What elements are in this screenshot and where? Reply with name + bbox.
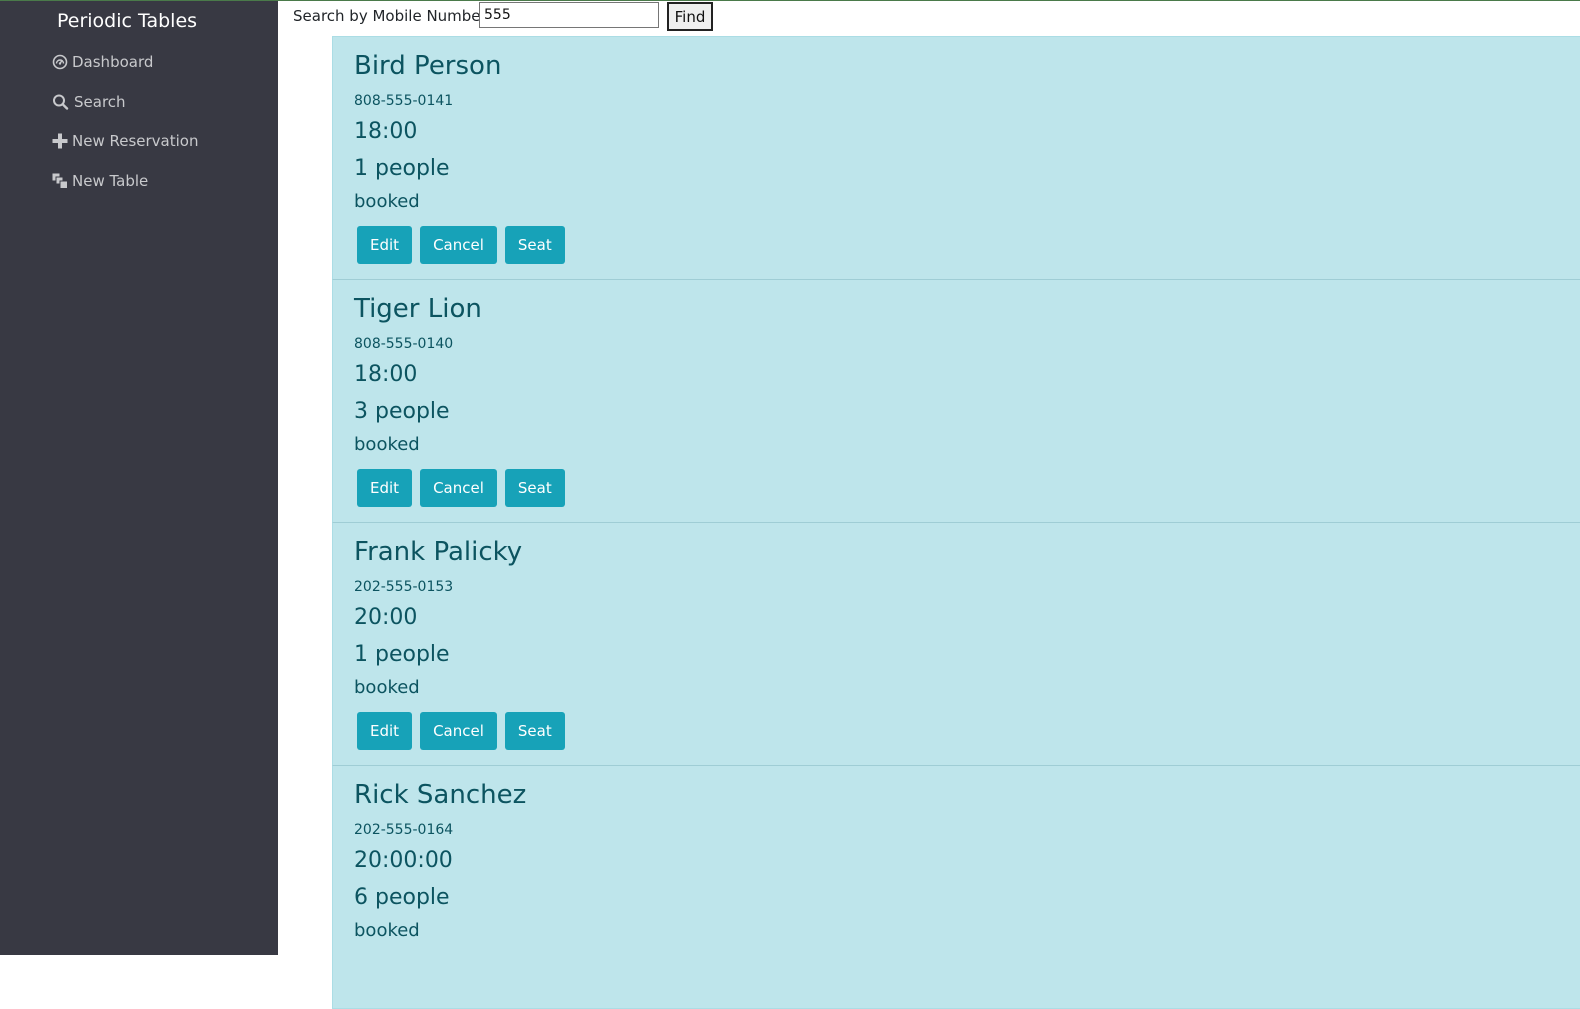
reservation-status: booked (354, 677, 420, 698)
search-icon (52, 94, 70, 110)
reservation-status: booked (354, 434, 420, 455)
edit-button[interactable]: Edit (357, 226, 413, 264)
sidebar-item-label: Search (74, 93, 126, 111)
reservation-phone: 202-555-0164 (354, 822, 454, 838)
reservation-people: 1 people (354, 156, 450, 181)
seat-button[interactable]: Seat (504, 712, 565, 750)
main-content: Search by Mobile Number: Find Bird Perso… (278, 1, 1580, 1009)
reservation-people: 3 people (354, 399, 450, 424)
reservation-card: Tiger Lion 808-555-0140 18:00 3 people b… (332, 279, 1580, 523)
reservation-actions: Edit Cancel Seat (357, 712, 565, 750)
reservation-time: 20:00 (354, 605, 418, 630)
reservation-card: Rick Sanchez 202-555-0164 20:00:00 6 peo… (332, 765, 1580, 1009)
reservation-status: booked (354, 191, 420, 212)
edit-button[interactable]: Edit (357, 469, 413, 507)
reservation-card: Bird Person 808-555-0141 18:00 1 people … (332, 36, 1580, 280)
sidebar-item-label: Dashboard (72, 53, 154, 71)
reservation-phone: 808-555-0141 (354, 93, 454, 109)
cancel-button[interactable]: Cancel (420, 712, 497, 750)
reservation-card: Frank Palicky 202-555-0153 20:00 1 peopl… (332, 522, 1580, 766)
cancel-button[interactable]: Cancel (420, 469, 497, 507)
seat-button[interactable]: Seat (504, 469, 565, 507)
table-icon (52, 173, 68, 189)
reservation-list: Bird Person 808-555-0141 18:00 1 people … (332, 36, 1580, 1009)
dashboard-icon (52, 54, 68, 70)
mobile-number-input[interactable] (479, 2, 659, 28)
reservation-name: Frank Palicky (354, 537, 523, 567)
reservation-time: 18:00 (354, 362, 418, 387)
edit-button[interactable]: Edit (357, 712, 413, 750)
reservation-time: 20:00:00 (354, 848, 453, 873)
seat-button[interactable]: Seat (504, 226, 565, 264)
find-button[interactable]: Find (667, 2, 713, 31)
search-label: Search by Mobile Number: (293, 7, 492, 25)
sidebar: Periodic Tables Dashboard Search New Res… (0, 1, 278, 955)
sidebar-item-label: New Reservation (72, 132, 199, 150)
reservation-name: Rick Sanchez (354, 780, 527, 810)
sidebar-item-label: New Table (72, 172, 149, 190)
plus-icon (52, 133, 68, 149)
reservation-time: 18:00 (354, 119, 418, 144)
cancel-button[interactable]: Cancel (420, 226, 497, 264)
reservation-phone: 202-555-0153 (354, 579, 454, 595)
reservation-actions: Edit Cancel Seat (357, 226, 565, 264)
sidebar-item-new-reservation[interactable]: New Reservation (52, 132, 198, 150)
reservation-status: booked (354, 920, 420, 941)
reservation-actions: Edit Cancel Seat (357, 469, 565, 507)
sidebar-item-dashboard[interactable]: Dashboard (52, 53, 153, 71)
sidebar-item-new-table[interactable]: New Table (52, 172, 148, 190)
reservation-name: Tiger Lion (354, 294, 482, 324)
reservation-phone: 808-555-0140 (354, 336, 454, 352)
reservation-people: 6 people (354, 885, 450, 910)
app-brand[interactable]: Periodic Tables (57, 10, 197, 32)
sidebar-item-search[interactable]: Search (52, 93, 126, 111)
reservation-people: 1 people (354, 642, 450, 667)
reservation-name: Bird Person (354, 51, 502, 81)
